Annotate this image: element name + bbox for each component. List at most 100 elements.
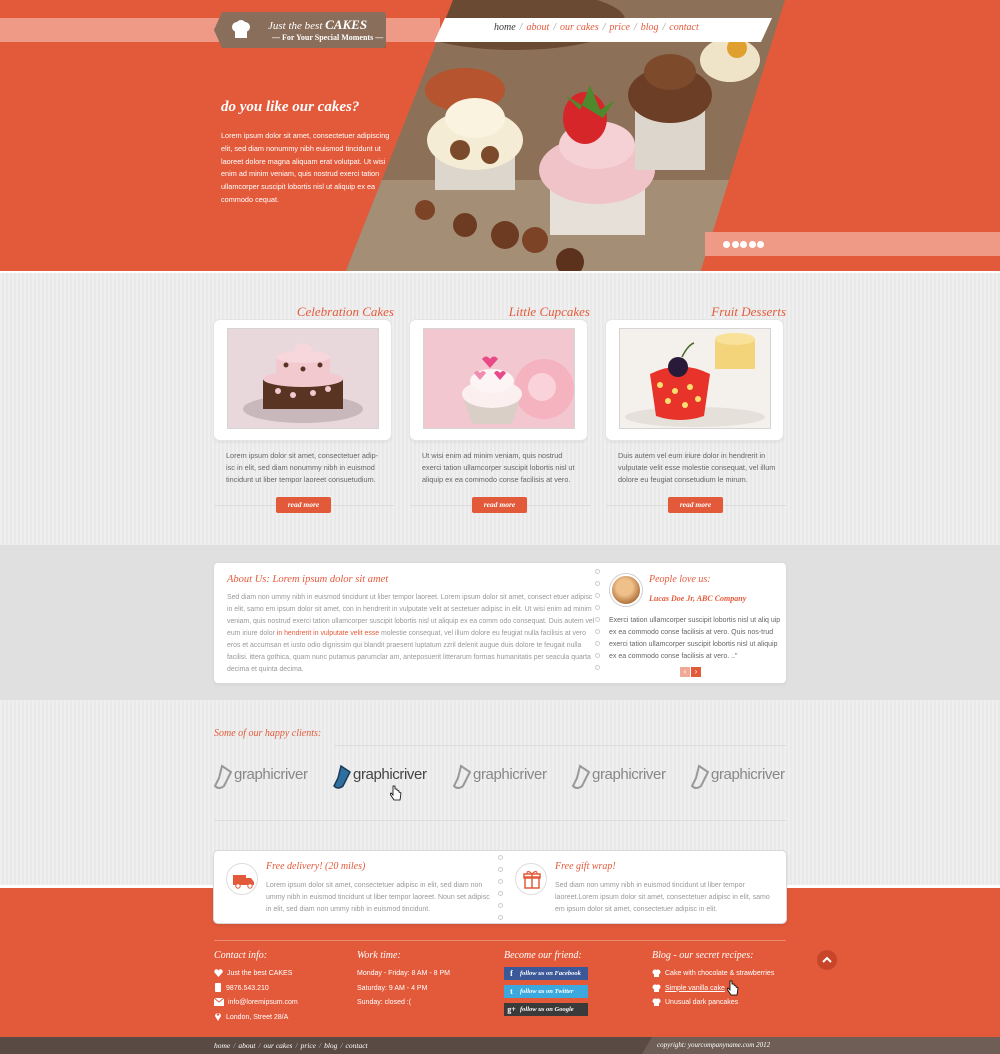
chef-hat-icon: [652, 969, 661, 977]
google-plus-icon: g+: [507, 1005, 516, 1014]
read-more-button[interactable]: read more: [276, 497, 331, 513]
facebook-button[interactable]: f follow us on Facebook: [504, 967, 588, 980]
graphicriver-icon: [214, 764, 232, 789]
phone-icon: [215, 982, 221, 992]
graphicriver-icon: [453, 764, 471, 789]
product-title: Fruit Desserts: [711, 304, 786, 319]
copyright: copyright: yourcompanyname.com 2012: [657, 1041, 771, 1049]
chef-hat-icon: [652, 998, 661, 1006]
client-name: graphicriver: [234, 766, 308, 783]
footer-nav-contact[interactable]: contact: [346, 1041, 368, 1050]
scroll-top-button[interactable]: [817, 950, 837, 970]
blog-post-link[interactable]: Simple vanilla cake: [652, 982, 774, 997]
testimonial-author: Lucas Doe Jr, ABC Company: [649, 594, 747, 603]
footer-blog: Blog - our secret recipes: Cake with cho…: [652, 950, 774, 1011]
hero-headline: do you like our cakes?: [221, 99, 360, 115]
slider-dot[interactable]: [731, 241, 739, 248]
next-arrow-icon[interactable]: ›: [691, 667, 701, 677]
footer-nav-our-cakes[interactable]: our cakes: [264, 1041, 293, 1050]
read-more-button[interactable]: read more: [668, 497, 723, 513]
perks-box: Free delivery! (20 miles) Lorem ipsum do…: [214, 851, 786, 923]
footer-nav-blog[interactable]: blog: [324, 1041, 337, 1050]
twitter-icon: t: [510, 987, 513, 996]
celebration-cake-image[interactable]: [228, 329, 378, 428]
graphicriver-icon: [691, 764, 709, 789]
client-logo[interactable]: graphicriver: [572, 762, 672, 792]
product-frame: [410, 320, 587, 440]
about-inline-link[interactable]: in hendrerit in vulputate velit esse: [277, 630, 379, 637]
product-card-cupcakes: Little Cupcakes Ut wisi enim ad minim ve…: [410, 300, 590, 515]
client-logo[interactable]: graphicriver: [691, 762, 791, 792]
footer-nav-home[interactable]: home: [214, 1041, 230, 1050]
client-logo[interactable]: graphicriver: [214, 762, 314, 792]
footer-worktime: Work time: Monday - Friday: 8 AM - 8 PM …: [357, 950, 450, 1011]
nav-blog[interactable]: blog: [641, 22, 659, 33]
delivery-truck-icon: [226, 863, 258, 895]
slider-dot[interactable]: [757, 241, 765, 248]
product-card-fruit: Fruit Desserts Duis autem vel eum iriure…: [606, 300, 786, 515]
site-logo[interactable]: Just the best CAKES — For Your Special M…: [214, 12, 386, 48]
perk-text: Lorem ipsum dolor sit amet, consectetuer…: [266, 882, 490, 913]
main-nav: home / about / our cakes / price / blog / contact: [494, 22, 699, 33]
nav-price[interactable]: price: [609, 22, 630, 33]
footer-heading: Work time:: [357, 950, 401, 961]
mail-icon: [213, 997, 225, 1006]
chef-hat-icon: [652, 984, 661, 992]
perk-title: Free delivery! (20 miles): [266, 861, 366, 872]
footer-nav-price[interactable]: price: [301, 1041, 316, 1050]
cupcake-image[interactable]: [424, 329, 574, 428]
testimonial-quote: Exerci tation ullamcorper suscipit lobor…: [609, 617, 781, 660]
arrow-up-icon: [822, 956, 832, 963]
prev-arrow-icon[interactable]: ‹: [680, 667, 690, 677]
read-more-button[interactable]: read more: [472, 497, 527, 513]
footer-heading: Blog - our secret recipes:: [652, 950, 754, 961]
product-title: Little Cupcakes: [508, 304, 590, 319]
facebook-icon: f: [510, 969, 513, 978]
location-pin-icon: [215, 1012, 221, 1021]
work-row: Monday - Friday: 8 AM - 8 PM: [357, 970, 450, 977]
client-name: graphicriver: [353, 766, 427, 783]
bottom-bar: [0, 1037, 1000, 1054]
footer-nav-about[interactable]: about: [238, 1041, 255, 1050]
client-logo-hover[interactable]: graphicriver: [333, 762, 433, 792]
graphicriver-icon: [572, 764, 590, 789]
work-row: Sunday: closed :(: [357, 999, 412, 1006]
heart-icon: [214, 969, 223, 977]
product-text: Ut wisi enim ad minim veniam, quis nostr…: [422, 451, 575, 484]
blog-post-link[interactable]: Cake with chocolate & strawberries: [652, 967, 774, 982]
twitter-button[interactable]: t follow us on Twitter: [504, 985, 588, 998]
testimonial-heading: People love us:: [649, 574, 711, 585]
contact-row[interactable]: info@loremipsum.com: [213, 996, 298, 1011]
nav-contact[interactable]: contact: [669, 22, 698, 33]
nav-home[interactable]: home: [494, 22, 516, 33]
nav-about[interactable]: about: [526, 22, 549, 33]
product-title: Celebration Cakes: [296, 304, 394, 319]
footer-social: Become our friend: f follow us on Faceboo…: [504, 950, 588, 1021]
nav-our-cakes[interactable]: our cakes: [560, 22, 599, 33]
blog-post-link[interactable]: Unusual dark pancakes: [652, 996, 774, 1011]
client-name: graphicriver: [592, 766, 666, 783]
google-button[interactable]: g+ follow us on Google: [504, 1003, 588, 1016]
client-logo[interactable]: graphicriver: [453, 762, 553, 792]
fruit-dessert-image[interactable]: [620, 329, 770, 428]
graphicriver-icon: [333, 764, 351, 789]
testimonial-nav: ‹ ›: [680, 667, 702, 677]
hero-text: Lorem ipsum dolor sit amet, consectetuer…: [221, 131, 390, 204]
client-name: graphicriver: [473, 766, 547, 783]
clients-title: Some of our happy clients:: [214, 728, 322, 739]
logo-title: Just the best CAKES: [268, 17, 368, 32]
slider-dot[interactable]: [740, 241, 748, 248]
divider: [214, 940, 786, 941]
slider-dot[interactable]: [723, 241, 730, 248]
divider: [334, 745, 786, 746]
hero-section: do you like our cakes? Lorem ipsum dolor…: [0, 0, 1000, 273]
perk-text: Sed diam non ummy nibh in euismod tincid…: [555, 882, 770, 913]
footer-nav: home / about / our cakes / price / blog / contact: [214, 1041, 368, 1050]
product-text: Duis autem vel eum iriure dolor in hendr…: [618, 451, 776, 484]
dotted-divider: [497, 855, 505, 927]
contact-row: 9876.543.210: [214, 982, 298, 997]
about-title: About Us: Lorem ipsum dolor sit amet: [227, 574, 389, 585]
contact-row: London, Street 28/A: [214, 1011, 298, 1026]
slider-dot[interactable]: [748, 241, 756, 248]
product-frame: [606, 320, 783, 440]
